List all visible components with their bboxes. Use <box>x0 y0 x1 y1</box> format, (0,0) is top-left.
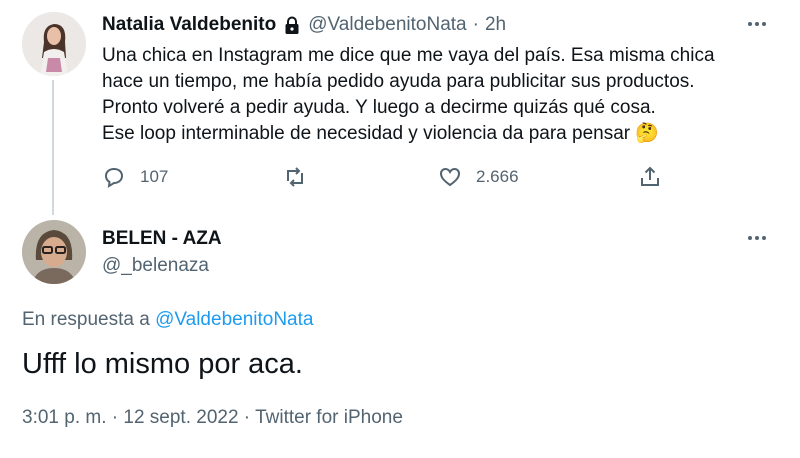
tweet-text-line: Pronto volveré a pedir ayuda. Y luego a … <box>102 97 656 118</box>
replying-to-label: En respuesta a <box>22 309 150 330</box>
reply-button[interactable]: 107 <box>102 165 168 189</box>
parent-tweet-header: Natalia Valdebenito @ValdebenitoNata · 2… <box>102 14 506 36</box>
thinking-face-emoji: 🤔 <box>635 123 660 144</box>
more-icon[interactable] <box>748 236 766 240</box>
tweet-text-line: Ese loop interminable de necesidad y vio… <box>102 123 631 144</box>
avatar-belen[interactable] <box>22 220 86 284</box>
replying-to-link[interactable]: @ValdebenitoNata <box>155 309 313 330</box>
tweet-timestamp[interactable]: 3:01 p. m. · 12 sept. 2022 · Twitter for… <box>22 407 403 429</box>
avatar-natalia[interactable] <box>22 12 86 76</box>
reply-icon <box>104 167 124 188</box>
avatar-natalia-image <box>22 12 86 76</box>
tweet-text-line: hace un tiempo, me había pedido ayuda pa… <box>102 71 695 92</box>
thread-line <box>52 80 54 215</box>
parent-tweet-text: Una chica en Instagram me dice que me va… <box>102 43 792 147</box>
reply-count: 107 <box>140 167 169 186</box>
author-handle[interactable]: @_belenaza <box>102 255 209 277</box>
author-handle[interactable]: @ValdebenitoNata <box>308 14 466 36</box>
retweet-icon <box>287 167 303 187</box>
lock-icon <box>282 15 302 35</box>
retweet-button[interactable] <box>283 165 307 189</box>
replying-to: En respuesta a @ValdebenitoNata <box>22 309 313 331</box>
share-icon <box>641 166 659 186</box>
share-button[interactable] <box>638 165 662 189</box>
author-name[interactable]: Natalia Valdebenito <box>102 14 276 36</box>
avatar-belen-image <box>22 220 86 284</box>
like-icon <box>439 167 461 187</box>
tweet-text-line: Una chica en Instagram me dice que me va… <box>102 45 715 66</box>
author-name[interactable]: BELEN - AZA <box>102 228 222 250</box>
tweet-time[interactable]: 2h <box>485 14 506 36</box>
like-count: 2.666 <box>476 167 519 186</box>
more-icon[interactable] <box>748 22 766 26</box>
main-tweet-text: Ufff lo mismo por aca. <box>22 348 303 380</box>
like-button[interactable]: 2.666 <box>438 165 519 189</box>
header-separator: · <box>472 14 479 35</box>
